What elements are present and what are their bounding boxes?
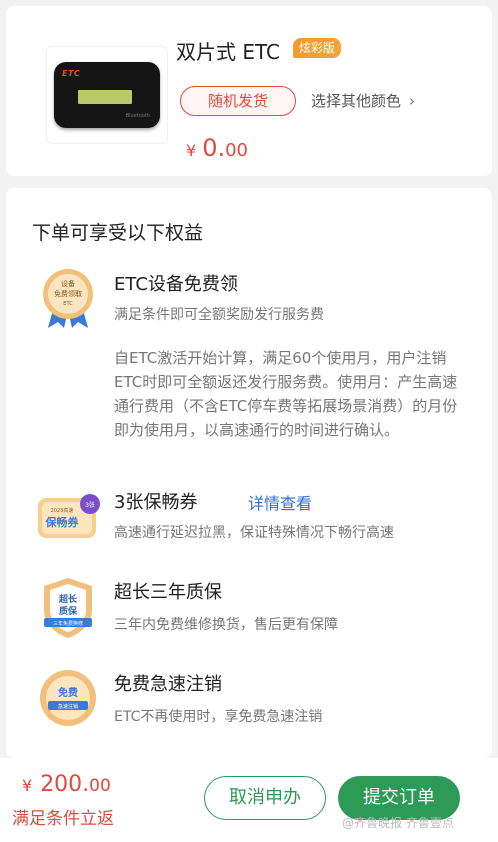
shield-text-1: 超长 (58, 593, 78, 605)
watermark: @齐鲁晚报 齐鲁壹点 (342, 816, 454, 830)
rebate-note: 满足条件立返 (12, 809, 114, 829)
total-integer: 200. (40, 772, 90, 797)
color-option-chip[interactable]: 随机发货 (180, 86, 296, 116)
select-other-colors[interactable]: 选择其他颜色 › (311, 90, 415, 111)
product-card: ETC Bluetooth 双片式 ETC 炫彩版 随机发货 选择其他颜色 › … (6, 6, 492, 176)
price-symbol: ¥ (186, 141, 197, 160)
device-logo: ETC (62, 69, 81, 78)
ticket-icon: 3张 2023高速 保畅券 (38, 494, 100, 538)
device-brand: Bluetooth (125, 113, 150, 119)
benefit-name: 3张保畅券 (114, 492, 198, 513)
benefit-note: 自ETC激活开始计算，满足60个使用月，用户注销ETC时即可全额返还发行服务费。… (114, 349, 458, 439)
benefit-desc: 满足条件即可全额奖励发行服务费 (114, 307, 324, 323)
benefit-name: 免费急速注销 (114, 674, 222, 695)
benefit-name: 超长三年质保 (114, 582, 222, 603)
coin-text-2: 急速注销 (58, 703, 78, 710)
shield-text-3: 三年免费换修 (53, 620, 83, 627)
device-screen (78, 90, 132, 104)
benefits-card: 下单可享受以下权益 设备 免费领取 ETC ETC设备免费领 满足条件即可全额奖… (6, 188, 492, 758)
benefit-desc: ETC不再使用时，享免费急速注销 (114, 709, 323, 725)
medal-text-3: ETC (63, 301, 73, 307)
product-title: 双片式 ETC (176, 40, 281, 64)
ticket-text-1: 保畅券 (45, 515, 80, 529)
total-decimal: 00 (89, 776, 111, 796)
benefits-title: 下单可享受以下权益 (32, 222, 204, 244)
medal-text-1: 设备 (61, 279, 75, 288)
edition-badge: 炫彩版 (293, 38, 342, 58)
total-symbol: ¥ (22, 776, 33, 795)
coin-badge-icon: 免费 急速注销 (40, 670, 96, 726)
coin-text-1: 免费 (58, 686, 78, 699)
product-price: ¥0.00 (186, 134, 248, 162)
select-other-colors-label: 选择其他颜色 (311, 92, 402, 110)
shield-text-2: 质保 (59, 605, 78, 617)
ribbon-medal-icon: 设备 免费领取 ETC (43, 269, 93, 328)
benefit-desc: 高速通行延迟拉黑，保证特殊情况下畅行高速 (114, 525, 394, 541)
price-integer: 0. (202, 134, 226, 162)
benefit-desc: 三年内免费维修换货，售后更有保障 (114, 617, 338, 633)
total-price: ¥200.00 (22, 772, 111, 797)
medal-text-2: 免费领取 (54, 289, 82, 298)
cancel-application-button[interactable]: 取消申办 (204, 776, 326, 820)
bottom-bar: ¥200.00 满足条件立返 取消申办 提交订单 @齐鲁晚报 齐鲁壹点 (0, 758, 498, 842)
price-decimal: 00 (225, 140, 248, 161)
chevron-right-icon: › (409, 91, 416, 110)
ticket-text-2: 2023高速 (51, 507, 74, 514)
details-link[interactable]: 详情查看 (248, 490, 312, 514)
product-image[interactable]: ETC Bluetooth (46, 46, 168, 144)
benefit-name: ETC设备免费领 (114, 274, 238, 295)
ticket-count: 3张 (85, 501, 95, 509)
shield-badge-icon: 超长 质保 三年免费换修 (44, 578, 92, 638)
etc-device-image: ETC Bluetooth (54, 62, 160, 128)
